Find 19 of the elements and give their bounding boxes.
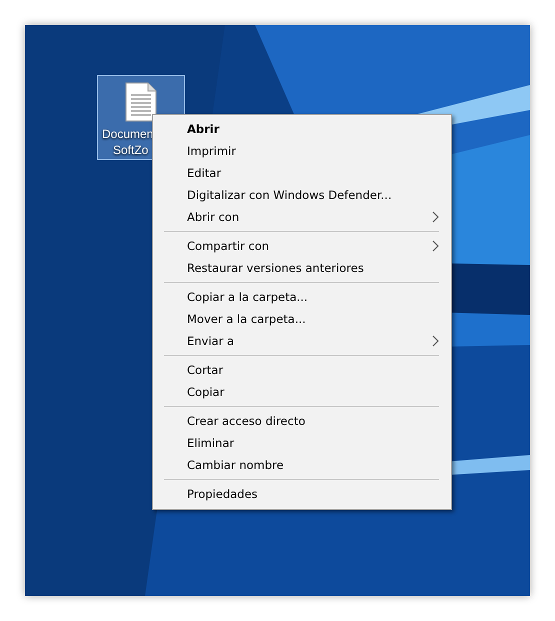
menu-item[interactable]: Compartir con	[155, 235, 449, 257]
menu-item[interactable]: Mover a la carpeta...	[155, 308, 449, 330]
icon-label: SoftZo	[113, 142, 148, 158]
menu-item[interactable]: Cortar	[155, 359, 449, 381]
menu-item[interactable]: Abrir con	[155, 206, 449, 228]
chevron-right-icon	[432, 240, 439, 252]
chevron-right-icon	[432, 211, 439, 223]
menu-item[interactable]: Crear acceso directo	[155, 410, 449, 432]
menu-item[interactable]: Copiar a la carpeta...	[155, 286, 449, 308]
menu-item[interactable]: Editar	[155, 162, 449, 184]
menu-item[interactable]: Cambiar nombre	[155, 454, 449, 476]
menu-item[interactable]: Eliminar	[155, 432, 449, 454]
menu-item[interactable]: Digitalizar con Windows Defender...	[155, 184, 449, 206]
chevron-right-icon	[432, 335, 439, 347]
icon-label: Documen	[102, 126, 154, 142]
menu-item[interactable]: Restaurar versiones anteriores	[155, 257, 449, 279]
menu-item[interactable]: Propiedades	[155, 483, 449, 505]
menu-item[interactable]: Copiar	[155, 381, 449, 403]
menu-item[interactable]: Enviar a	[155, 330, 449, 352]
